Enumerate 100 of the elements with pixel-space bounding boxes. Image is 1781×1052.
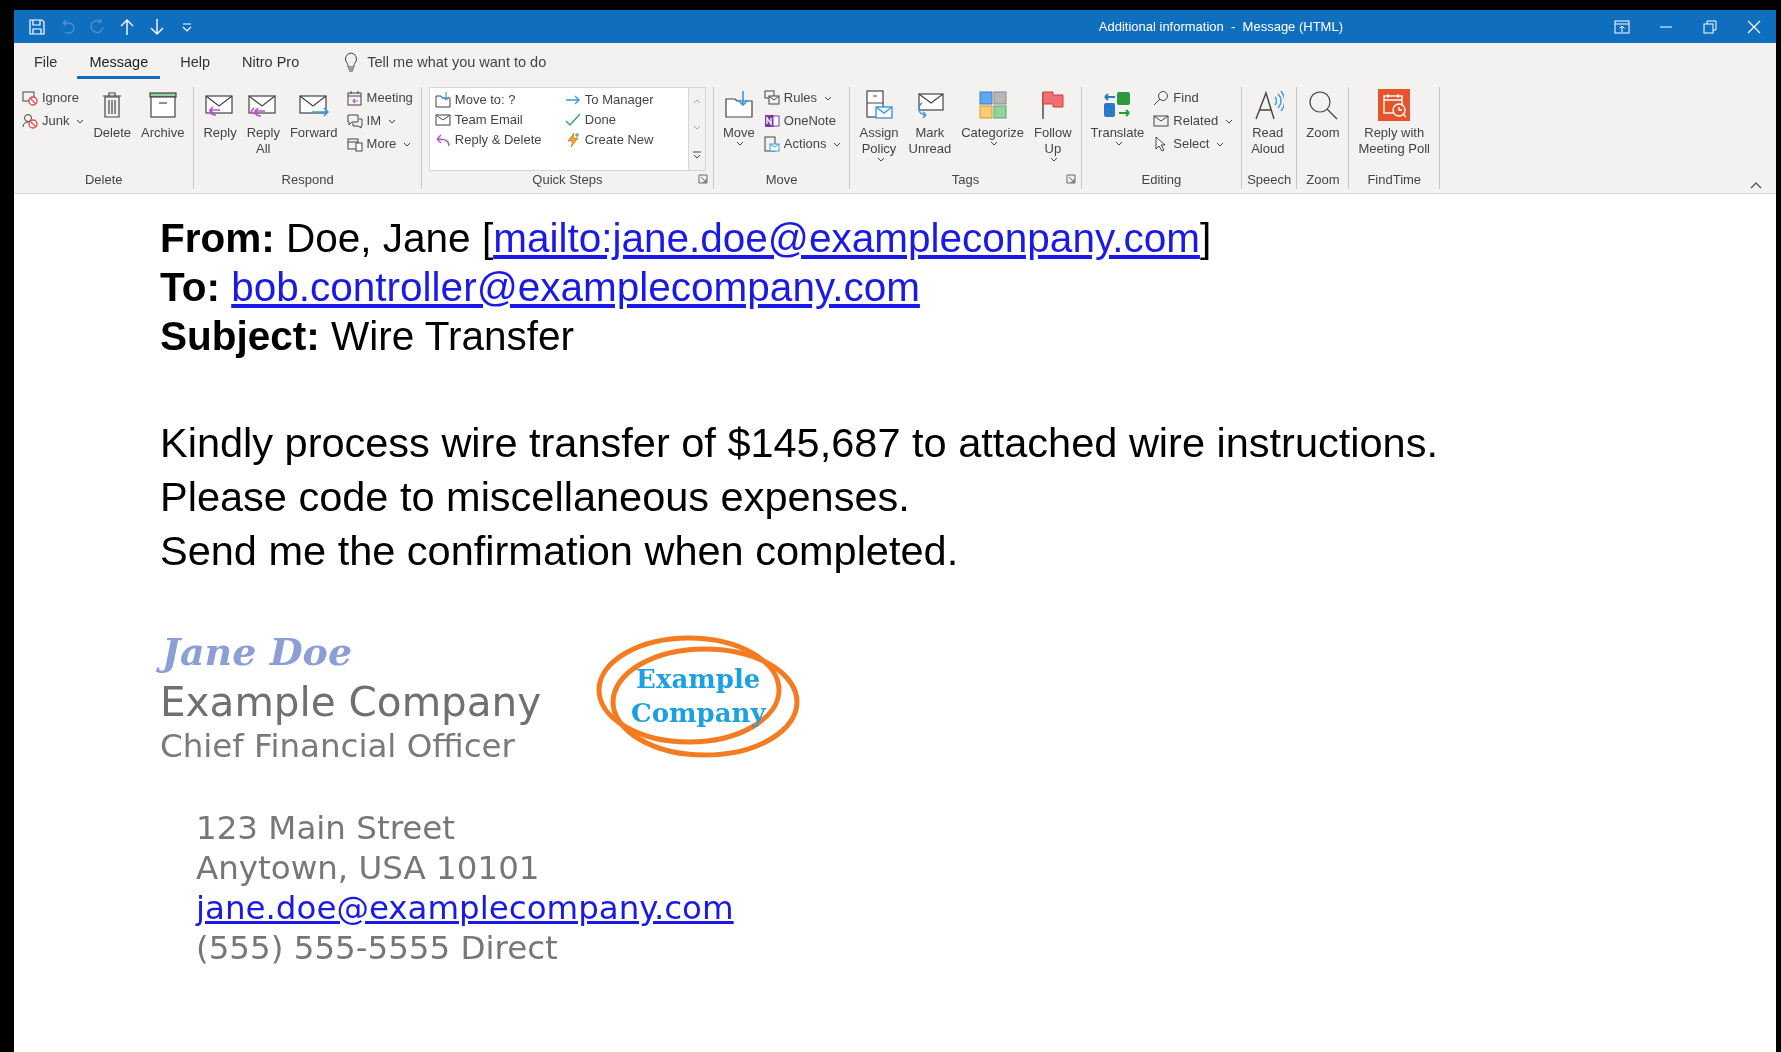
ribbon-button[interactable]: Rules [760, 89, 845, 107]
scroll-up-icon [692, 98, 701, 104]
dialog-launcher-icon[interactable] [1065, 174, 1076, 184]
ribbon-button[interactable]: Reply [199, 87, 241, 171]
ribbon-button[interactable]: Delete [89, 87, 136, 171]
ribbon-button[interactable]: Mark Unread [904, 87, 956, 171]
chat-bubbles-icon [346, 113, 363, 129]
company-name: Example Company [160, 678, 542, 726]
contact-line: (555) 555-5555 Direct [196, 929, 558, 967]
ribbon-button[interactable]: Forward [285, 87, 342, 171]
logo-text: Example Company [630, 663, 766, 730]
ribbon-display-icon[interactable] [1614, 18, 1630, 35]
ribbon-button[interactable]: Zoom [1302, 87, 1344, 171]
header-label: Subject: [160, 313, 320, 359]
folder-arrow-icon [434, 92, 451, 108]
group-label: Speech [1247, 172, 1292, 188]
color-squares-icon [976, 89, 1009, 121]
header-label: To: [160, 264, 220, 310]
caret-icon [990, 141, 999, 146]
caret-icon [876, 157, 885, 162]
envelope-stack-icon [763, 90, 780, 106]
ribbon-button[interactable]: Select [1150, 135, 1237, 153]
person-blocked-icon [22, 113, 38, 129]
down-arrow-icon[interactable] [148, 17, 166, 36]
window-title: Additional information - Message (HTML) [1098, 19, 1343, 34]
ribbon-button[interactable]: Ignore [19, 89, 88, 107]
search-icon [1153, 90, 1170, 106]
caret-icon [1050, 157, 1059, 162]
group-label: Quick Steps [532, 172, 603, 188]
body-text: Please code to miscellaneous expenses. [160, 472, 911, 522]
ribbon-button[interactable]: Related [1150, 112, 1237, 130]
group-label: Move [765, 172, 798, 188]
header-value: ] [1199, 215, 1212, 261]
email-link[interactable]: mailto:jane.doe@exampleconpany.com [493, 215, 1200, 261]
group-label: FindTime [1367, 172, 1422, 188]
ribbon-button[interactable]: Reply with Meeting Poll [1354, 87, 1434, 171]
up-arrow-icon[interactable] [118, 17, 136, 36]
save-icon[interactable] [28, 17, 46, 36]
quick-step[interactable]: Reply & Delete [433, 130, 564, 150]
caret-icon [824, 95, 833, 101]
menu-tab[interactable]: Help [168, 45, 223, 79]
lightning-bolt-icon [564, 132, 581, 148]
header-value: Wire Transfer [331, 313, 575, 359]
contact-line: Anytown, USA 10101 [196, 849, 540, 887]
group-label: Tags [951, 172, 980, 188]
quick-step[interactable]: Team Email [433, 110, 564, 130]
document-envelope-icon [763, 136, 780, 152]
quick-step[interactable]: Done [563, 110, 684, 130]
ribbon-button[interactable]: Translate [1086, 87, 1149, 171]
ribbon-button[interactable]: Reply All [242, 87, 284, 171]
menu-tab[interactable]: Nitro Pro [230, 45, 312, 79]
restore-icon[interactable] [1702, 18, 1718, 35]
tell-me-field[interactable]: Tell me what you want to do [367, 54, 608, 70]
envelope-blocked-icon [22, 90, 38, 106]
caret-icon [76, 118, 85, 124]
caret-icon [1216, 141, 1225, 147]
collapse-ribbon-icon[interactable] [1750, 181, 1762, 189]
gallery-expand-icon [691, 150, 702, 160]
magnifier-icon [1306, 89, 1339, 121]
reply-arrow-icon [434, 132, 451, 148]
calendar-clock-icon [1378, 89, 1411, 121]
body-text: Send me the confirmation when completed. [160, 526, 960, 576]
ribbon-button[interactable]: Categorize [957, 87, 1029, 171]
notebook-icon [763, 113, 780, 129]
calendar-icon [346, 90, 363, 106]
ribbon-button[interactable]: Follow Up [1030, 87, 1076, 171]
job-title: Chief Financial Officer [160, 727, 515, 765]
group-label: Delete [84, 172, 123, 188]
email-link[interactable]: bob.controller@examplecompany.com [231, 264, 920, 310]
menu-tab[interactable]: Message [77, 45, 161, 79]
calendar-phone-icon [346, 136, 363, 152]
contact-line: 123 Main Street [196, 809, 456, 847]
menu-tab[interactable]: File [22, 45, 70, 79]
close-icon[interactable] [1746, 18, 1762, 35]
cabinet-envelope-icon [863, 89, 895, 121]
dialog-launcher-icon[interactable] [697, 174, 708, 184]
envelope-icon [434, 112, 451, 128]
ribbon-button[interactable]: Read Aloud [1247, 87, 1289, 171]
caret-icon [403, 141, 412, 147]
quick-step[interactable]: Move to: ? [433, 90, 564, 110]
ribbon-button[interactable]: Junk [19, 112, 88, 130]
ribbon-button[interactable]: Find [1150, 89, 1237, 107]
caret-icon [1225, 118, 1234, 124]
ribbon-button[interactable]: OneNote [760, 112, 845, 130]
ribbon-button[interactable]: Move [718, 87, 759, 171]
quick-step[interactable]: Create New [563, 130, 684, 150]
lightbulb-icon [343, 52, 360, 72]
header-label: From: [160, 215, 275, 261]
ribbon-button[interactable]: Actions [760, 135, 845, 153]
caret-icon [1114, 141, 1123, 146]
ribbon-button[interactable]: Archive [137, 87, 189, 171]
ribbon-button[interactable]: IM [343, 112, 416, 130]
ribbon-button[interactable]: Assign Policy [855, 87, 903, 171]
ribbon-button[interactable]: Meeting [343, 89, 416, 107]
ribbon-button[interactable]: More [343, 135, 416, 153]
caret-icon [833, 141, 842, 147]
caret-icon [388, 118, 397, 124]
quick-step[interactable]: To Manager [563, 90, 684, 110]
caret-icon [736, 141, 745, 146]
email-link[interactable]: jane.doe@examplecompany.com [196, 889, 734, 927]
